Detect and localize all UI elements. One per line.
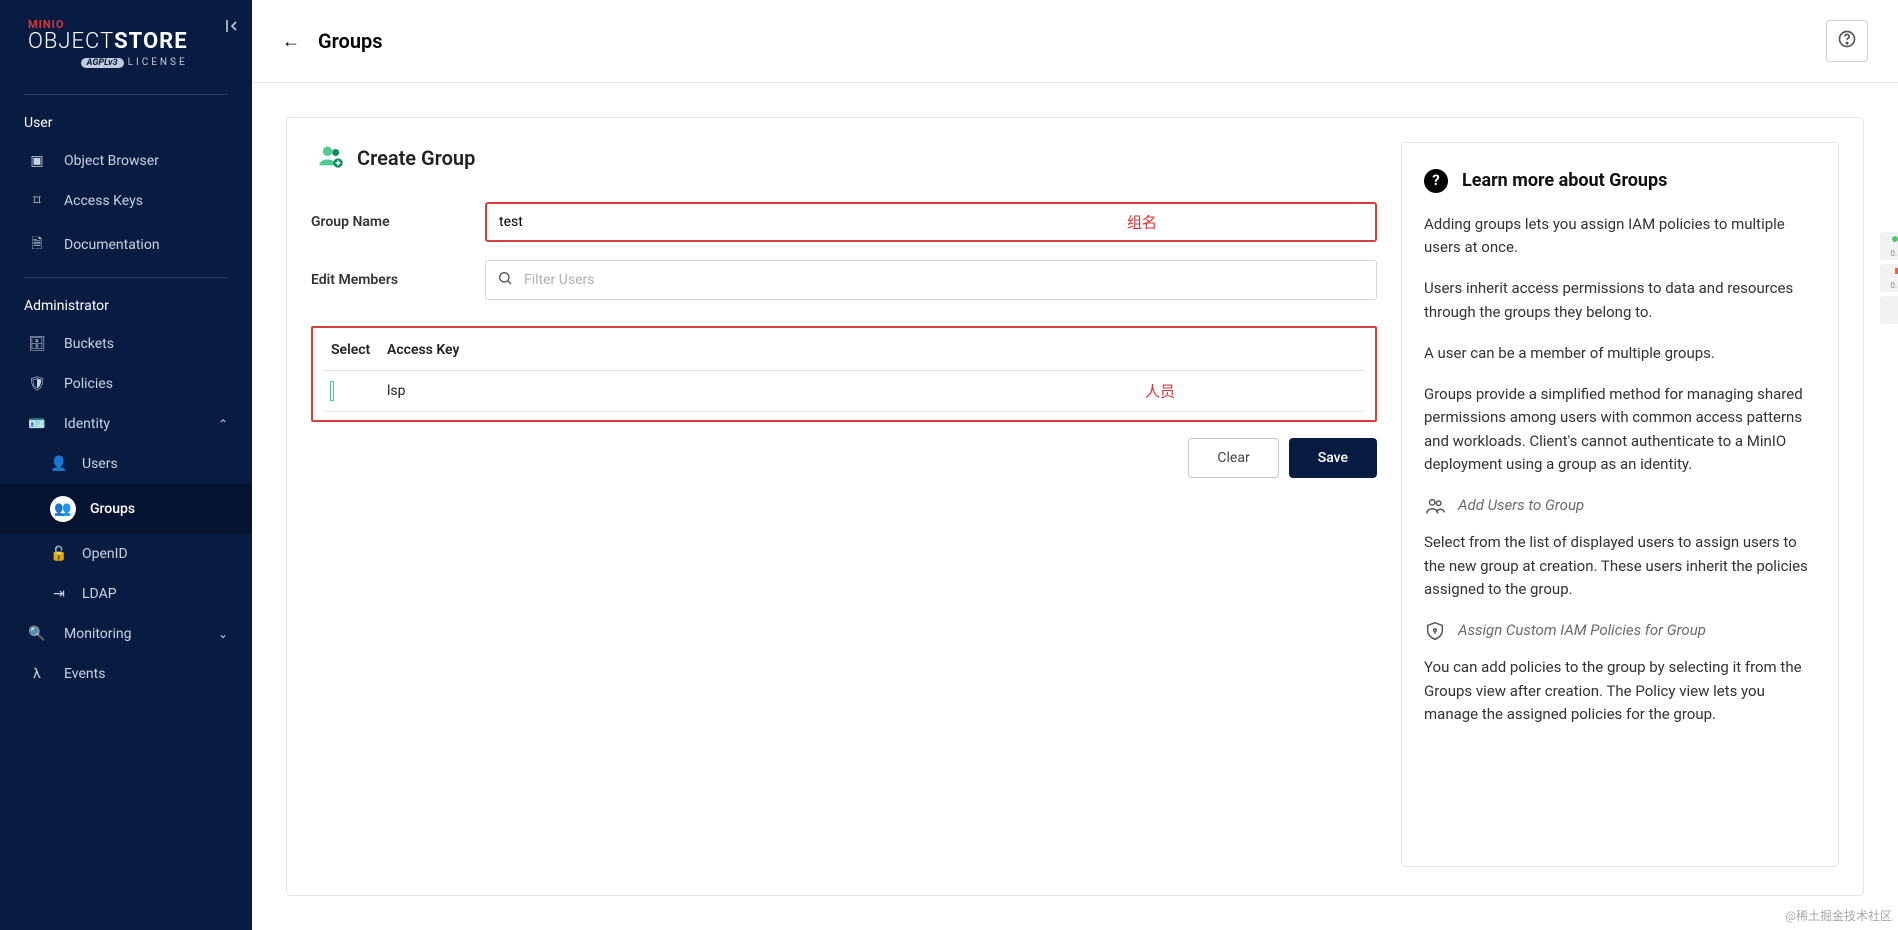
info-question-icon: ? bbox=[1424, 169, 1448, 193]
create-group-icon bbox=[317, 142, 345, 174]
groups-icon: 👥 bbox=[50, 496, 76, 522]
sidebar-item-object-browser[interactable]: ▣ Object Browser bbox=[0, 141, 252, 181]
sidebar-item-users[interactable]: 👤 Users bbox=[0, 444, 252, 484]
form-area: Create Group Group Name 组名 Edit Members bbox=[311, 142, 1377, 867]
sidebar-item-ldap[interactable]: ⇥ LDAP bbox=[0, 574, 252, 614]
info-p1: Adding groups lets you assign IAM polici… bbox=[1424, 213, 1816, 260]
info-title-row: ? Learn more about Groups bbox=[1424, 167, 1816, 195]
page-title: Groups bbox=[318, 29, 383, 53]
table-head: Select Access Key bbox=[323, 328, 1365, 371]
users-table: Select Access Key lsp 人员 bbox=[311, 326, 1377, 422]
section-admin-label: Administrator bbox=[0, 286, 252, 324]
save-button[interactable]: Save bbox=[1289, 438, 1377, 478]
chevron-up-icon: ⌃ bbox=[218, 417, 228, 431]
clear-button[interactable]: Clear bbox=[1188, 438, 1278, 478]
topbar: ← Groups bbox=[252, 0, 1898, 83]
object-browser-icon: ▣ bbox=[28, 153, 46, 169]
form-header: Create Group bbox=[311, 142, 1377, 174]
help-icon bbox=[1837, 29, 1857, 53]
chevron-down-icon: ⌄ bbox=[218, 627, 228, 641]
openid-icon: 🔓 bbox=[50, 546, 68, 562]
sidebar: MINIO OBJECTSTORE AGPLv3 LICENSE User ▣ … bbox=[0, 0, 252, 930]
logo-license: AGPLv3 LICENSE bbox=[81, 57, 188, 68]
sidebar-header: MINIO OBJECTSTORE AGPLv3 LICENSE bbox=[0, 10, 252, 86]
col-access-key: Access Key bbox=[387, 342, 1357, 358]
divider bbox=[24, 277, 228, 278]
row-edit-members: Edit Members bbox=[311, 260, 1377, 300]
form-title: Create Group bbox=[357, 146, 475, 170]
strip-item-1[interactable]: 0. bbox=[1880, 232, 1898, 260]
strip-item-3[interactable] bbox=[1880, 296, 1898, 324]
section-user-label: User bbox=[0, 103, 252, 141]
group-name-input[interactable] bbox=[485, 202, 1377, 242]
shield-icon bbox=[1424, 620, 1446, 642]
sidebar-item-monitoring[interactable]: 🔍 Monitoring ⌄ bbox=[0, 614, 252, 654]
strip-item-2[interactable]: 0. bbox=[1880, 264, 1898, 292]
documentation-icon: 🗎 bbox=[28, 233, 46, 257]
col-select: Select bbox=[331, 342, 387, 358]
row-access-key: lsp bbox=[387, 383, 1357, 399]
watermark: @稀土掘金技术社区 bbox=[1785, 907, 1892, 924]
users-icon: 👤 bbox=[50, 456, 68, 472]
info-p6: You can add policies to the group by sel… bbox=[1424, 656, 1816, 726]
main: ← Groups Create Group Group Name bbox=[252, 0, 1898, 930]
button-row: Clear Save bbox=[311, 438, 1377, 478]
sidebar-item-documentation[interactable]: 🗎 Documentation bbox=[0, 221, 252, 269]
back-arrow-icon[interactable]: ← bbox=[282, 31, 300, 52]
ldap-icon: ⇥ bbox=[50, 586, 68, 602]
filter-users-wrap bbox=[485, 260, 1377, 300]
sidebar-item-openid[interactable]: 🔓 OpenID bbox=[0, 534, 252, 574]
sidebar-item-identity[interactable]: 🪪 Identity ⌃ bbox=[0, 404, 252, 444]
filter-users-input[interactable] bbox=[485, 260, 1377, 300]
info-sub-assign-policies: Assign Custom IAM Policies for Group bbox=[1424, 619, 1816, 642]
events-icon: λ bbox=[28, 666, 46, 682]
users-group-icon bbox=[1424, 495, 1446, 517]
info-sub-add-users: Add Users to Group bbox=[1424, 494, 1816, 517]
identity-subnav: 👤 Users 👥 Groups 🔓 OpenID ⇥ LDAP bbox=[0, 444, 252, 614]
sidebar-item-buckets[interactable]: 🗄 Buckets bbox=[0, 324, 252, 364]
info-p3: A user can be a member of multiple group… bbox=[1424, 342, 1816, 365]
breadcrumb: ← Groups bbox=[282, 29, 383, 53]
group-name-input-wrap: 组名 bbox=[485, 202, 1377, 242]
search-icon bbox=[497, 270, 513, 290]
divider bbox=[24, 94, 228, 95]
info-p4: Groups provide a simplified method for m… bbox=[1424, 383, 1816, 476]
table-row[interactable]: lsp 人员 bbox=[323, 371, 1365, 412]
help-button[interactable] bbox=[1826, 20, 1868, 62]
edit-members-label: Edit Members bbox=[311, 272, 485, 288]
sidebar-item-policies[interactable]: 🛡 Policies bbox=[0, 364, 252, 404]
card: Create Group Group Name 组名 Edit Members bbox=[286, 117, 1864, 896]
sidebar-item-groups[interactable]: 👥 Groups bbox=[0, 484, 252, 534]
logo-main: OBJECTSTORE bbox=[28, 31, 188, 53]
checkbox[interactable] bbox=[331, 382, 333, 400]
sidebar-collapse-icon[interactable] bbox=[224, 18, 240, 38]
info-title: Learn more about Groups bbox=[1462, 167, 1667, 195]
row-select-cell bbox=[331, 383, 387, 399]
sidebar-item-access-keys[interactable]: ⌑ Access Keys bbox=[0, 181, 252, 221]
row-group-name: Group Name 组名 bbox=[311, 202, 1377, 242]
sidebar-item-events[interactable]: λ Events bbox=[0, 654, 252, 694]
policies-icon: 🛡 bbox=[28, 376, 46, 392]
access-keys-icon: ⌑ bbox=[28, 193, 46, 209]
monitoring-icon: 🔍 bbox=[28, 626, 46, 642]
content: Create Group Group Name 组名 Edit Members bbox=[252, 83, 1898, 930]
logo: MINIO OBJECTSTORE AGPLv3 LICENSE bbox=[28, 18, 188, 68]
identity-icon: 🪪 bbox=[28, 416, 46, 432]
info-p5: Select from the list of displayed users … bbox=[1424, 531, 1816, 601]
buckets-icon: 🗄 bbox=[28, 336, 46, 352]
info-p2: Users inherit access permissions to data… bbox=[1424, 277, 1816, 324]
side-strip: 0. 0. bbox=[1880, 232, 1898, 324]
group-name-label: Group Name bbox=[311, 214, 485, 230]
info-panel: ? Learn more about Groups Adding groups … bbox=[1401, 142, 1839, 867]
